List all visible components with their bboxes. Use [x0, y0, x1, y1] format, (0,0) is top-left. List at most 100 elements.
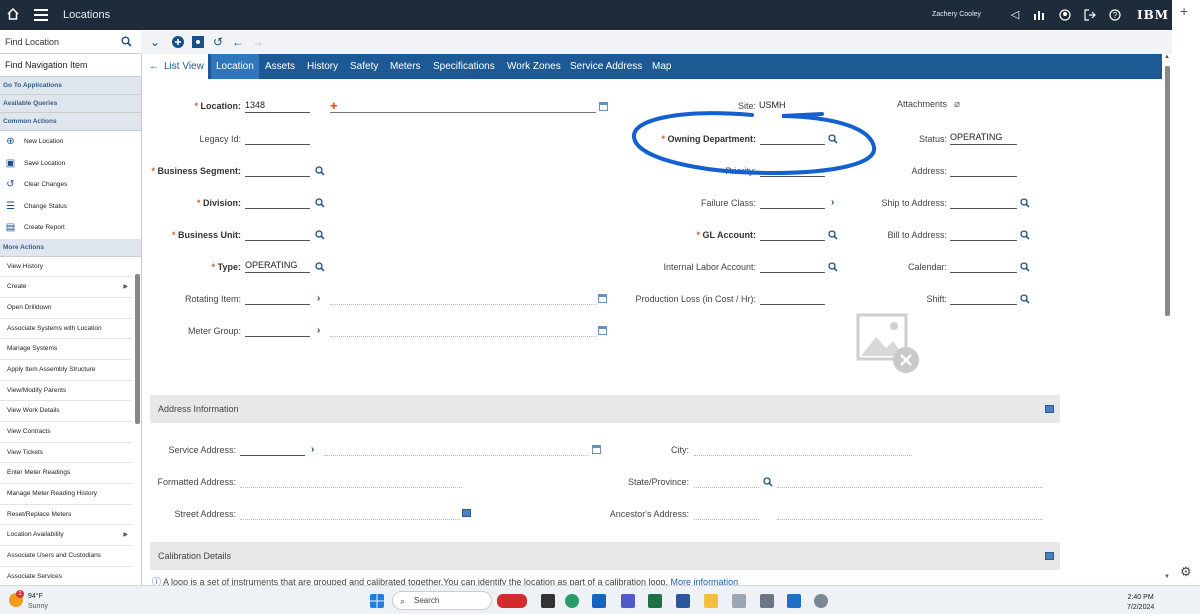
calendar-input[interactable] [950, 260, 1017, 273]
section-toggle-icon[interactable] [1045, 552, 1054, 560]
business-segment-input[interactable] [245, 164, 310, 177]
tab-history[interactable]: History [307, 54, 338, 79]
scroll-down-icon[interactable]: ▼ [1164, 574, 1170, 580]
back-arrow-icon[interactable]: ← [231, 35, 245, 49]
chevron-down-icon[interactable]: ⌄ [148, 35, 162, 49]
tab-list-view[interactable]: ← List View [142, 54, 208, 79]
hamburger-menu-icon[interactable] [34, 9, 48, 21]
service-address-input[interactable] [240, 443, 305, 456]
new-tab-plus-icon[interactable]: + [1180, 3, 1188, 19]
gl-account-input[interactable] [760, 228, 825, 241]
find-location-field[interactable]: Find Location [0, 31, 141, 54]
sidebar-scrollbar[interactable] [134, 262, 141, 583]
type-input[interactable]: OPERATING [245, 260, 310, 273]
snipping-tool-icon[interactable] [732, 594, 746, 608]
chevron-right-icon[interactable]: › [311, 444, 314, 455]
user-name[interactable]: Zachery Cooley [932, 11, 981, 18]
chevron-right-icon[interactable]: › [317, 293, 320, 304]
location-input[interactable]: 1348 [245, 100, 310, 113]
remote-desktop-icon[interactable] [787, 594, 801, 608]
division-input[interactable] [245, 196, 310, 209]
gear-icon[interactable]: ⚙ [1180, 564, 1192, 580]
more-action-item[interactable]: View History [0, 257, 132, 278]
meter-group-input[interactable] [245, 324, 310, 337]
undo-icon[interactable]: ↺ [211, 35, 225, 49]
production-loss-input[interactable] [760, 292, 825, 305]
tab-safety[interactable]: Safety [350, 54, 378, 79]
calendar-icon[interactable] [599, 102, 608, 111]
app-icon[interactable] [541, 594, 555, 608]
lookup-search-icon[interactable] [315, 230, 325, 240]
bill-to-input[interactable] [950, 228, 1017, 241]
calculator-icon[interactable] [760, 594, 774, 608]
available-queries[interactable]: Available Queries [0, 95, 141, 113]
more-action-item[interactable]: Open Drilldown [0, 298, 132, 319]
scrollbar-thumb[interactable] [1165, 66, 1170, 316]
edge-browser-icon[interactable] [565, 594, 579, 608]
lookup-search-icon[interactable] [315, 166, 325, 176]
section-toggle-icon[interactable] [1045, 405, 1054, 413]
outlook-icon[interactable] [592, 594, 606, 608]
lookup-search-icon[interactable] [828, 262, 838, 272]
calibration-details-header[interactable]: Calibration Details [150, 542, 1060, 570]
chevron-right-icon[interactable]: › [317, 325, 320, 336]
address-input[interactable] [950, 164, 1017, 177]
settings-icon[interactable] [814, 594, 828, 608]
tab-meters[interactable]: Meters [390, 54, 421, 79]
system-clock[interactable]: 2:40 PM 7/2/2024 [1127, 593, 1154, 613]
city-input[interactable] [694, 443, 912, 456]
expand-field-icon[interactable] [462, 509, 471, 517]
more-action-item[interactable]: View Work Details [0, 401, 132, 422]
lookup-search-icon[interactable] [828, 230, 838, 240]
more-action-item[interactable]: Associate Users and Custodians [0, 546, 132, 567]
more-action-item[interactable]: Reset/Replace Meters [0, 505, 132, 526]
more-action-item[interactable]: View/Modify Parents [0, 381, 132, 402]
weather-widget[interactable]: 94°F Sunny [28, 592, 48, 612]
lookup-search-icon[interactable] [1020, 230, 1030, 240]
teams-icon[interactable] [621, 594, 635, 608]
more-action-item[interactable]: Associate Systems with Location [0, 319, 132, 340]
more-action-item[interactable]: Manage Meter Reading History [0, 484, 132, 505]
scroll-up-icon[interactable]: ▲ [1164, 54, 1170, 60]
ship-to-input[interactable] [950, 196, 1017, 209]
scrollbar-thumb[interactable] [135, 274, 140, 424]
more-action-item[interactable]: Apply Item Assembly Structure [0, 360, 132, 381]
formatted-address-input[interactable] [240, 475, 462, 488]
image-placeholder-icon[interactable] [856, 313, 922, 375]
tab-location[interactable]: Location [211, 54, 259, 79]
rotating-item-input[interactable] [245, 292, 310, 305]
find-location-input[interactable]: Find Location [5, 37, 59, 47]
failure-class-input[interactable] [760, 196, 825, 209]
lookup-search-icon[interactable] [1020, 262, 1030, 272]
calendar-icon[interactable] [598, 326, 607, 335]
new-location-action[interactable]: ⊕ New Location [0, 131, 141, 153]
more-action-item[interactable]: View Tickets [0, 443, 132, 464]
search-icon[interactable] [121, 36, 132, 47]
windows-start-icon[interactable] [370, 594, 384, 608]
lookup-search-icon[interactable] [315, 262, 325, 272]
find-navigation-item[interactable]: Find Navigation Item [0, 54, 141, 77]
word-icon[interactable] [676, 594, 690, 608]
forward-arrow-icon[interactable]: → [251, 35, 265, 49]
excel-icon[interactable] [648, 594, 662, 608]
file-explorer-icon[interactable] [704, 594, 718, 608]
save-location-action[interactable]: ▣ Save Location [0, 153, 141, 175]
main-scrollbar[interactable]: ▲ ▼ [1162, 54, 1172, 585]
location-description-input[interactable] [330, 100, 596, 113]
more-action-item[interactable]: Enter Meter Readings [0, 463, 132, 485]
ancestors-address-input[interactable] [694, 507, 759, 520]
more-information-link[interactable]: More information [671, 577, 739, 585]
logout-icon[interactable] [1084, 9, 1096, 21]
clear-changes-action[interactable]: ↺ Clear Changes [0, 174, 141, 196]
tab-service-address[interactable]: Service Address [570, 54, 642, 79]
more-action-item[interactable]: Manage Systems [0, 339, 132, 360]
internal-labor-account-input[interactable] [760, 260, 825, 273]
street-address-input[interactable] [240, 507, 460, 520]
help-icon[interactable]: ? [1109, 9, 1121, 21]
create-report-action[interactable]: ▤ Create Report [0, 217, 141, 239]
more-action-item[interactable]: Associate Services [0, 567, 132, 585]
calendar-icon[interactable] [592, 445, 601, 454]
tab-assets[interactable]: Assets [265, 54, 295, 79]
save-icon[interactable] [191, 35, 205, 49]
chevron-right-icon[interactable]: › [831, 197, 834, 208]
